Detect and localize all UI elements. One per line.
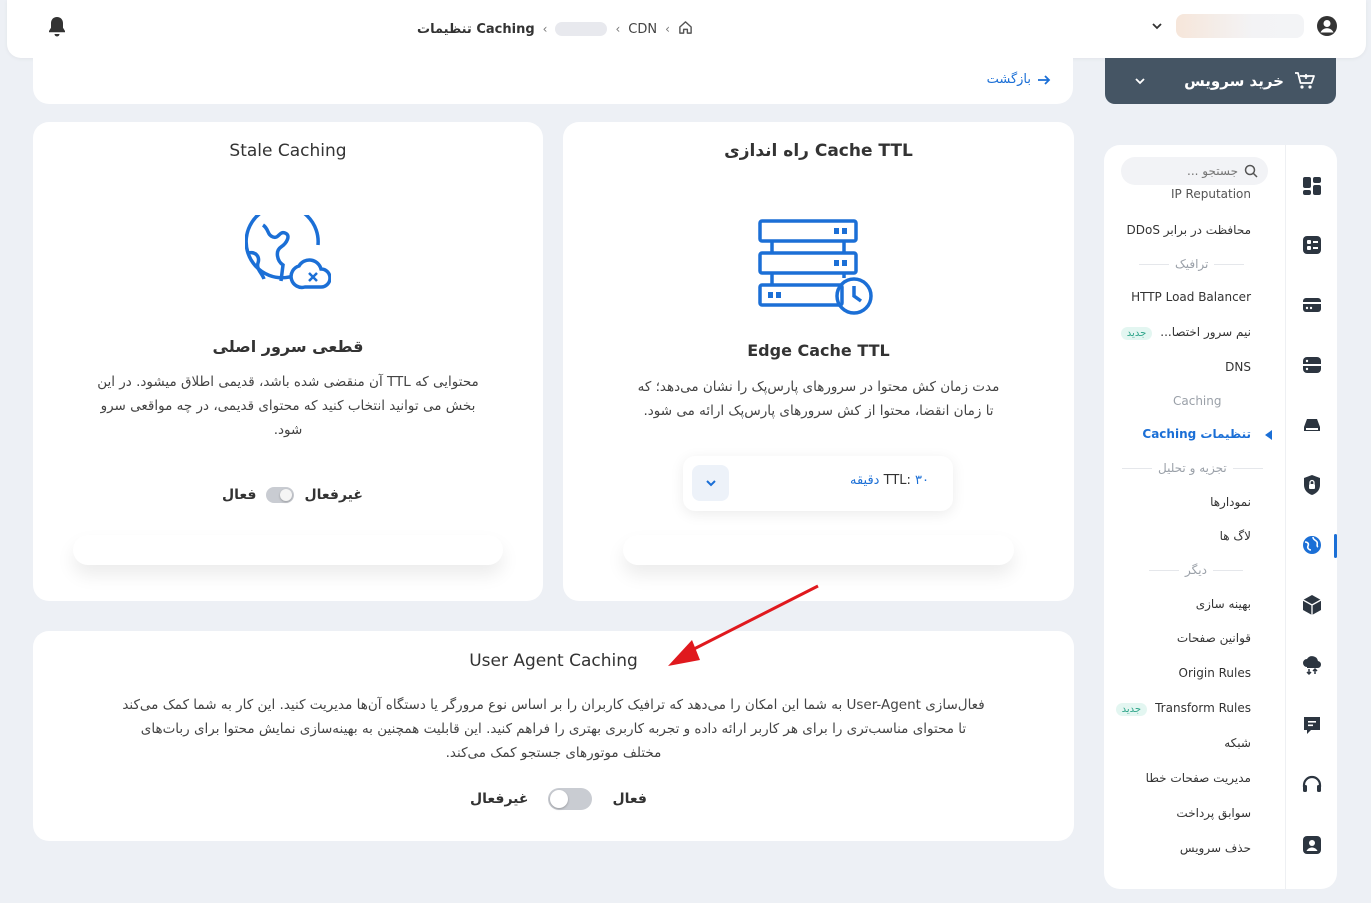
back-link-label: بازگشت bbox=[986, 72, 1031, 87]
breadcrumb-cdn[interactable]: CDN bbox=[628, 22, 657, 37]
cart-icon bbox=[1295, 72, 1315, 89]
sidebar-item-dedicated-nameserver[interactable]: نیم سرور اختصا...جدید bbox=[1120, 325, 1251, 340]
sidebar-item-optimization[interactable]: بهینه سازی bbox=[1196, 597, 1251, 611]
back-link[interactable]: بازگشت bbox=[987, 72, 1051, 87]
sidebar-item-delete-service[interactable]: حذف سرویس bbox=[1180, 841, 1251, 855]
sidebar-item-charts[interactable]: نمودارها bbox=[1210, 495, 1251, 509]
sidebar-item-error-pages[interactable]: مدیریت صفحات خطا bbox=[1146, 771, 1251, 785]
top-bar: تنظیمات Caching ‹ ‹ CDN ‹ bbox=[7, 0, 1366, 58]
breadcrumb: تنظیمات Caching ‹ ‹ CDN ‹ bbox=[417, 18, 693, 40]
cloud-disk-icon[interactable] bbox=[1301, 414, 1323, 436]
stale-caching-title: Stale Caching bbox=[229, 141, 347, 161]
breadcrumb-current: تنظیمات Caching bbox=[417, 21, 535, 37]
top-strip-card: بازگشت bbox=[33, 58, 1073, 104]
ticket-icon[interactable] bbox=[1301, 714, 1323, 736]
user-agent-caching-title: User Agent Caching bbox=[469, 651, 638, 671]
stale-caching-toggle-row: فعال غیرفعال bbox=[222, 487, 363, 503]
annotation-arrow-icon bbox=[668, 584, 819, 666]
search-icon bbox=[1244, 164, 1258, 178]
sidebar-item-ddos[interactable]: محافظت در برابر DDoS bbox=[1127, 223, 1251, 237]
dashboard-icon[interactable] bbox=[1301, 175, 1323, 197]
chevron-down-icon bbox=[1135, 78, 1145, 85]
new-badge: جدید bbox=[1115, 703, 1148, 716]
sidebar-heading-caching: Caching bbox=[1173, 394, 1222, 408]
user-agent-caching-toggle[interactable] bbox=[548, 788, 593, 810]
buy-service-label: خرید سرویس bbox=[1184, 72, 1284, 90]
cdn-globe-icon[interactable] bbox=[1301, 534, 1323, 556]
user-avatar-icon[interactable] bbox=[1316, 15, 1338, 37]
sidebar-item-origin-rules[interactable]: Origin Rules bbox=[1179, 666, 1251, 680]
user-agent-caching-description: فعال‌سازی User-Agent به شما این امکان را… bbox=[122, 697, 985, 761]
active-section-indicator bbox=[1334, 534, 1337, 558]
lock-icon[interactable] bbox=[1301, 474, 1323, 496]
server-panel-icon[interactable] bbox=[1301, 234, 1323, 256]
chevron-left-icon: ‹ bbox=[665, 22, 670, 36]
user-name bbox=[1176, 14, 1304, 38]
stale-caching-description: محتوایی که TTL آن منقضی شده باشد، قدیمی … bbox=[97, 374, 479, 438]
ttl-dropdown-button[interactable] bbox=[692, 465, 729, 501]
cloud-transfer-icon[interactable] bbox=[1301, 654, 1323, 676]
user-agent-toggle-on-label: فعال bbox=[612, 791, 647, 807]
headset-icon[interactable] bbox=[1301, 774, 1323, 796]
sidebar-item-ip-reputation[interactable]: IP Reputation bbox=[1171, 187, 1251, 201]
sidebar-item-payment-history[interactable]: سوابق پرداخت bbox=[1176, 806, 1251, 820]
chevron-left-icon: ‹ bbox=[615, 22, 621, 36]
buy-service-button[interactable]: خرید سرویس bbox=[1105, 58, 1336, 104]
stale-caching-card: Stale Caching قطعی سرور اصلی محتوایی که … bbox=[33, 122, 543, 601]
sidebar-item-network[interactable]: شبکه bbox=[1224, 736, 1251, 750]
chevron-down-icon bbox=[705, 480, 716, 487]
new-badge: جدید bbox=[1120, 327, 1153, 340]
sidebar-item-logs[interactable]: لاگ ها bbox=[1220, 529, 1251, 543]
user-agent-toggle-off-label: غیرفعال bbox=[470, 791, 529, 807]
home-icon[interactable] bbox=[678, 20, 693, 39]
arrow-right-icon bbox=[1038, 74, 1051, 85]
cache-ttl-description: مدت زمان کش محتوا در سرورهای پارس‌پک را … bbox=[637, 379, 1000, 419]
hosting-icon[interactable] bbox=[1301, 294, 1323, 316]
sidebar: IP Reputation محافظت در برابر DDoS ترافی… bbox=[1104, 145, 1337, 889]
stale-toggle-off-label: غیرفعال bbox=[304, 487, 363, 503]
origin-outage-title: قطعی سرور اصلی bbox=[212, 337, 364, 356]
stale-caching-toggle[interactable] bbox=[266, 487, 295, 503]
sidebar-item-page-rules[interactable]: قوانین صفحات bbox=[1177, 631, 1251, 645]
edge-cache-ttl-title: Edge Cache TTL bbox=[747, 341, 890, 360]
ttl-select[interactable]: TTL: ۳۰ دقیقه bbox=[683, 456, 953, 511]
server-clock-icon bbox=[758, 218, 876, 322]
sidebar-heading-analytics: تجزیه و تحلیل bbox=[1122, 461, 1263, 475]
breadcrumb-service-name[interactable] bbox=[555, 22, 608, 36]
bell-icon[interactable] bbox=[47, 16, 79, 42]
sidebar-heading-other: دیگر bbox=[1149, 563, 1243, 577]
user-agent-toggle-row: غیرفعال فعال bbox=[470, 788, 647, 810]
sidebar-heading-traffic: ترافیک bbox=[1139, 257, 1244, 271]
ttl-value-display: TTL: ۳۰ دقیقه bbox=[850, 473, 929, 488]
box-icon[interactable] bbox=[1301, 594, 1323, 616]
sidebar-item-dns[interactable]: DNS bbox=[1225, 360, 1251, 374]
chevron-left-icon: ‹ bbox=[542, 22, 548, 36]
stale-toggle-on-label: فعال bbox=[222, 487, 257, 503]
storage-icon[interactable] bbox=[1301, 354, 1323, 376]
account-icon[interactable] bbox=[1301, 834, 1323, 856]
sidebar-item-transform-rules[interactable]: Transform Rulesجدید bbox=[1115, 701, 1251, 716]
sidebar-item-http-load-balancer[interactable]: HTTP Load Balancer bbox=[1131, 290, 1251, 304]
user-menu[interactable] bbox=[1150, 14, 1338, 38]
cache-ttl-title: راه اندازی Cache TTL bbox=[724, 141, 913, 161]
active-indicator-icon bbox=[1265, 430, 1272, 440]
user-agent-caching-card: User Agent Caching فعال‌سازی User-Agent … bbox=[33, 631, 1074, 841]
card-footer-shadow bbox=[73, 535, 503, 565]
cache-ttl-card: راه اندازی Cache TTL Edge Cache TTL مدت … bbox=[563, 122, 1074, 601]
card-footer-shadow bbox=[623, 535, 1014, 565]
chevron-down-icon[interactable] bbox=[1150, 19, 1164, 33]
ttl-label: TTL: bbox=[883, 473, 911, 488]
sidebar-search[interactable] bbox=[1121, 157, 1268, 185]
sidebar-item-caching-settings[interactable]: تنظیمات Caching bbox=[1142, 427, 1251, 441]
globe-cloud-off-icon bbox=[244, 204, 332, 299]
sidebar-icon-rail bbox=[1285, 145, 1337, 889]
